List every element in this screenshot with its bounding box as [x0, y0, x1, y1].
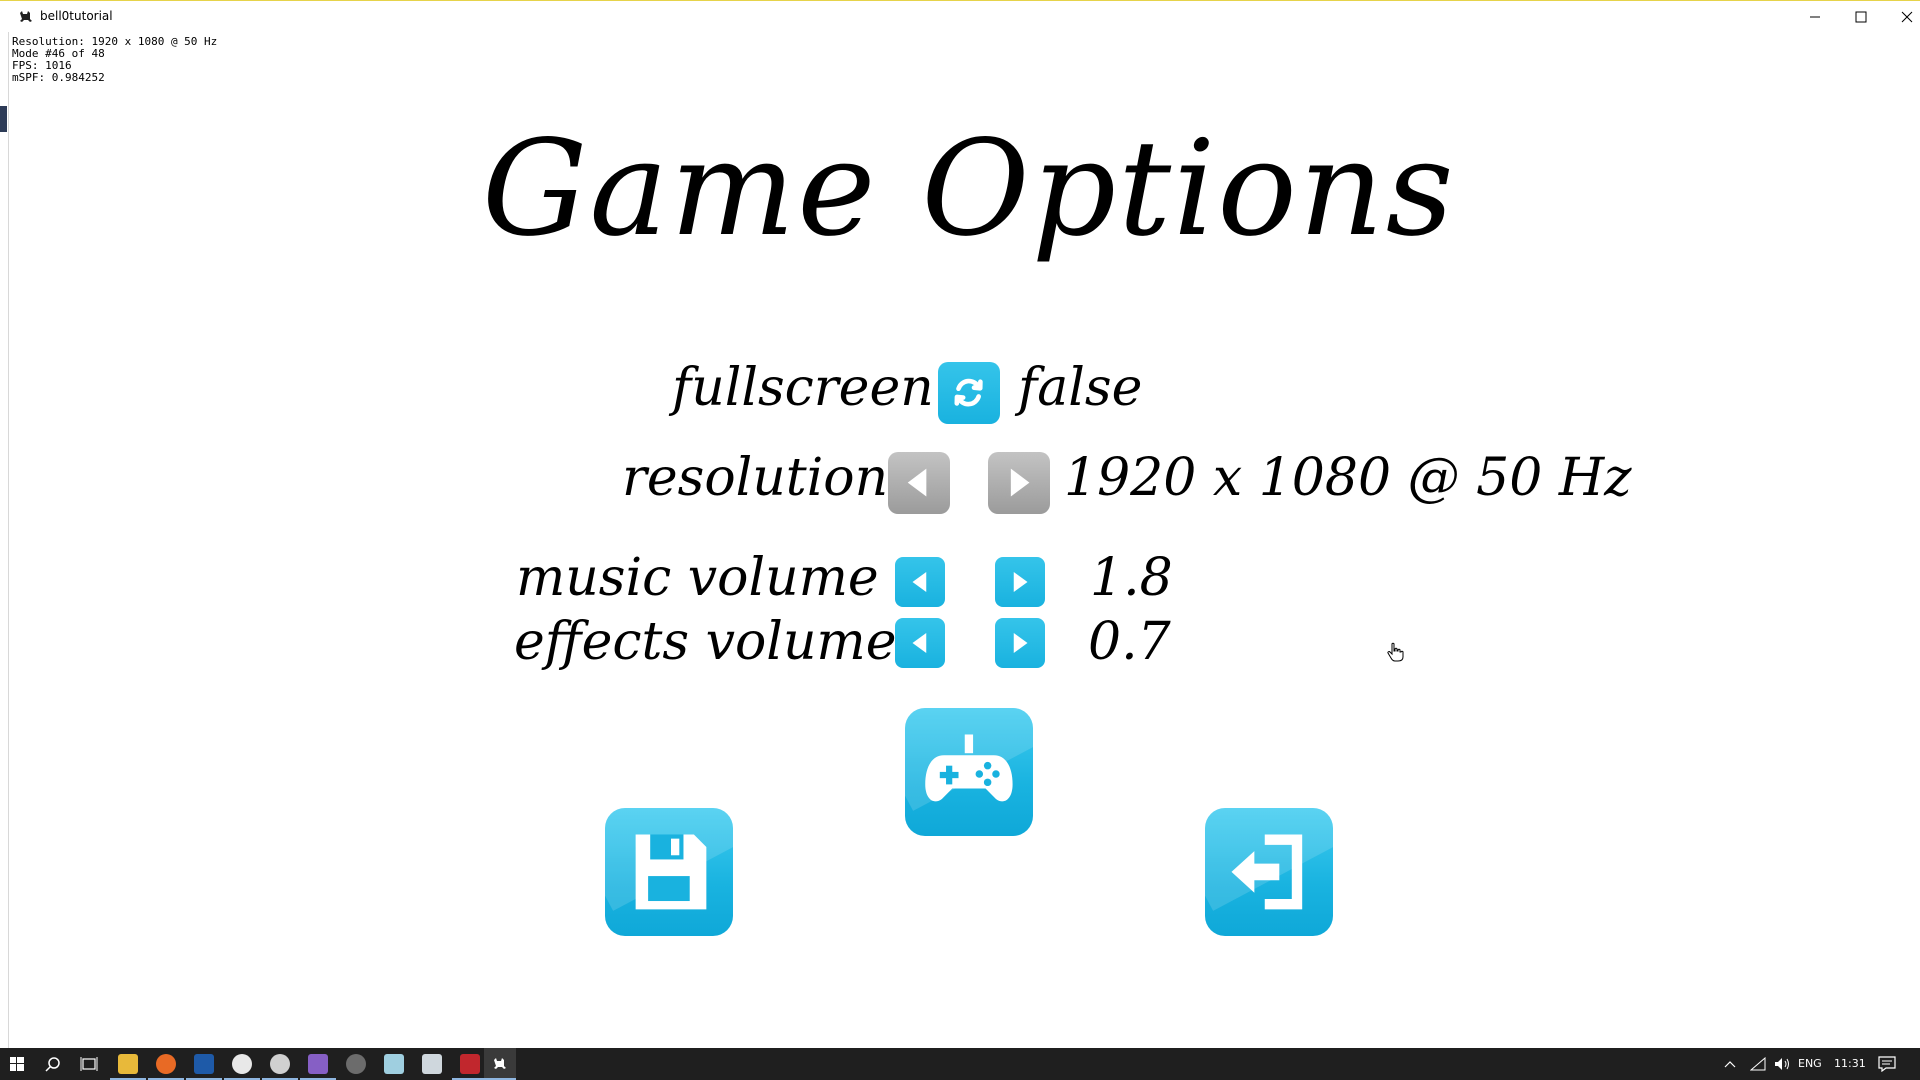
arrow-left-icon: [908, 469, 927, 497]
close-button[interactable]: [1884, 1, 1920, 33]
arrow-right-icon: [1013, 572, 1028, 592]
app-cat-icon: [494, 1058, 506, 1069]
app-notepad-icon[interactable]: [384, 1054, 404, 1074]
volume-icon[interactable]: [1774, 1057, 1792, 1071]
exit-door-icon: [1231, 834, 1303, 910]
taskbar-item-bell0tutorial[interactable]: [484, 1048, 516, 1080]
fullscreen-label: fullscreen: [672, 358, 934, 418]
arrow-right-icon: [1013, 633, 1028, 653]
app-circle-icon[interactable]: [232, 1054, 252, 1074]
gamepad-icon: [925, 734, 1013, 802]
floppy-disk-icon: [635, 834, 707, 910]
effects-volume-up-button[interactable]: [995, 618, 1045, 668]
window-title: bell0tutorial: [40, 9, 113, 23]
refresh-icon: [954, 379, 984, 407]
resolution-label: resolution: [622, 448, 889, 508]
edge-accent: [0, 106, 7, 132]
arrow-right-icon: [1011, 469, 1030, 497]
task-view-icon[interactable]: [80, 1056, 98, 1072]
file-explorer-icon[interactable]: [118, 1054, 138, 1074]
save-button[interactable]: [605, 808, 733, 936]
page-title: Game Options: [482, 112, 1456, 266]
music-volume-label: music volume: [516, 548, 879, 608]
debug-overlay: Resolution: 1920 x 1080 @ 50 Hz Mode #46 …: [12, 36, 217, 84]
resolution-next-button[interactable]: [988, 452, 1050, 514]
app-gear-icon[interactable]: [346, 1054, 366, 1074]
chevron-up-icon[interactable]: [1724, 1059, 1736, 1069]
firefox-icon[interactable]: [156, 1054, 176, 1074]
clock[interactable]: 11:31: [1834, 1057, 1866, 1070]
arrow-left-icon: [912, 633, 927, 653]
language-indicator[interactable]: ENG: [1798, 1057, 1822, 1070]
maximize-icon: [1855, 11, 1867, 23]
debug-mspf: mSPF: 0.984252: [12, 71, 105, 84]
maximize-button[interactable]: [1838, 1, 1884, 33]
exit-button[interactable]: [1205, 808, 1333, 936]
visual-studio-icon[interactable]: [308, 1054, 328, 1074]
app-blue-icon[interactable]: [194, 1054, 214, 1074]
effects-volume-down-button[interactable]: [895, 618, 945, 668]
search-icon[interactable]: [45, 1056, 61, 1072]
hand-cursor-icon: [1387, 642, 1404, 662]
window-edge: [0, 32, 9, 1080]
fullscreen-toggle-button[interactable]: [938, 362, 1000, 424]
effects-volume-value: 0.7: [1088, 612, 1171, 672]
resolution-prev-button[interactable]: [888, 452, 950, 514]
filezilla-icon[interactable]: [460, 1054, 480, 1074]
close-icon: [1901, 11, 1913, 23]
music-volume-value: 1.8: [1090, 548, 1173, 608]
minimize-button[interactable]: [1792, 1, 1838, 33]
notifications-icon[interactable]: [1878, 1056, 1896, 1072]
app-tool-icon[interactable]: [422, 1054, 442, 1074]
network-icon[interactable]: [1750, 1057, 1766, 1071]
app-round-icon[interactable]: [270, 1054, 290, 1074]
minimize-icon: [1810, 16, 1820, 18]
arrow-left-icon: [912, 572, 927, 592]
fullscreen-value: false: [1018, 358, 1143, 418]
play-button[interactable]: [905, 708, 1033, 836]
window-titlebar: bell0tutorial: [0, 0, 1920, 32]
effects-volume-label: effects volume: [514, 612, 897, 672]
music-volume-up-button[interactable]: [995, 557, 1045, 607]
music-volume-down-button[interactable]: [895, 557, 945, 607]
resolution-value: 1920 x 1080 @ 50 Hz: [1064, 448, 1632, 508]
taskbar: ENG 11:31: [0, 1048, 1920, 1080]
windows-start-icon[interactable]: [10, 1057, 24, 1071]
app-cat-icon: [20, 11, 32, 22]
